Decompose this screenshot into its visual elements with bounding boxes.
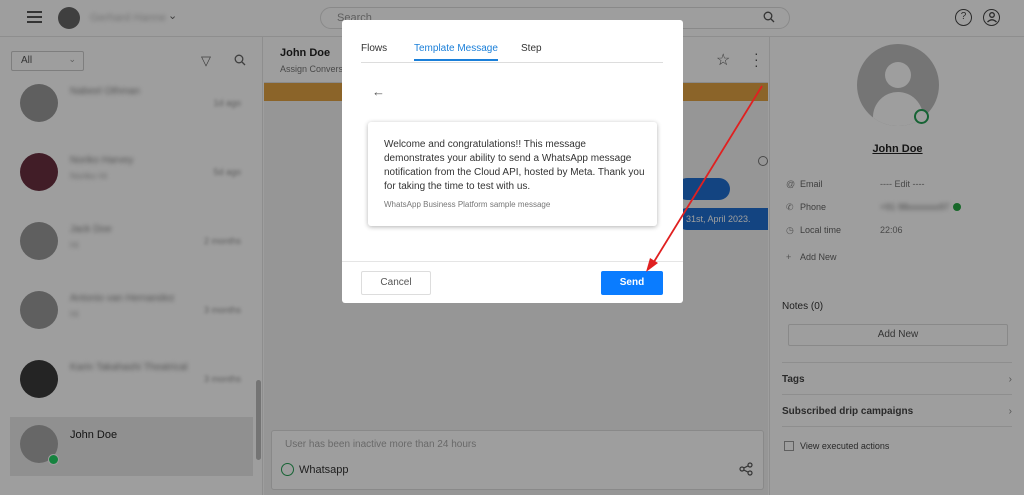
divider <box>342 261 683 262</box>
template-body: Welcome and congratulations!! This messa… <box>384 139 645 192</box>
dialog-tabs: Flows Template Message Step <box>361 20 663 63</box>
send-button[interactable]: Send <box>601 271 663 295</box>
tab-step[interactable]: Step <box>521 43 542 59</box>
template-preview-card[interactable]: Welcome and congratulations!! This messa… <box>368 122 657 226</box>
template-message-dialog: Flows Template Message Step ← Welcome an… <box>342 20 683 303</box>
back-arrow-icon[interactable]: ← <box>372 84 385 99</box>
tab-template-message[interactable]: Template Message <box>414 43 498 61</box>
template-footer: WhatsApp Business Platform sample messag… <box>384 200 551 209</box>
tab-flows[interactable]: Flows <box>361 43 387 59</box>
cancel-button[interactable]: Cancel <box>361 271 431 295</box>
